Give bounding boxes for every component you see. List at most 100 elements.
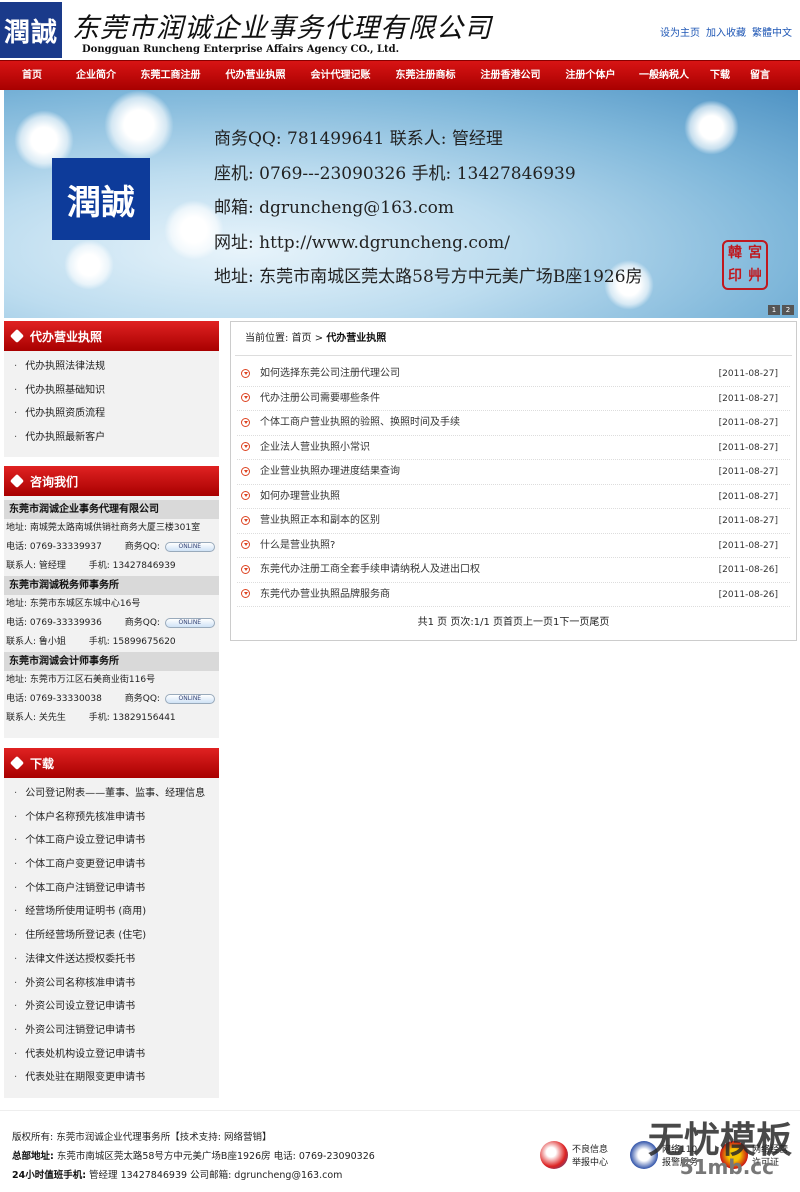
news-title[interactable]: 企业法人营业执照小常识 [260, 442, 370, 453]
news-title[interactable]: 个体工商户营业执照的验照、换照时间及手续 [260, 417, 460, 428]
sidebar-item-basics[interactable]: 代办执照基础知识 [14, 379, 219, 403]
arrow-down-icon [241, 368, 250, 378]
download-item[interactable]: 公司登记附表——董事、监事、经理信息 [14, 782, 219, 806]
sidebar-download-title-text: 下载 [30, 756, 55, 771]
contact-mobile: 手机: 13427846939 [88, 561, 176, 571]
nav-accounting[interactable]: 会计代理记账 [298, 61, 383, 90]
site-footer: 版权所有: 东莞市润诚企业代理事务所【技术支持: 网络营销】 总部地址: 东莞市… [0, 1110, 800, 1192]
download-item[interactable]: 代表处驻在期限变更申请书 [14, 1066, 219, 1090]
news-title[interactable]: 营业执照正本和副本的区别 [260, 515, 380, 526]
news-item[interactable]: 什么是营业执照? [2011-08-27] [237, 534, 790, 558]
download-item[interactable]: 法律文件送达授权委托书 [14, 948, 219, 972]
seal-character: 韓 [728, 244, 742, 261]
news-title[interactable]: 如何办理营业执照 [260, 491, 340, 502]
news-date: [2011-08-27] [718, 418, 778, 428]
download-item[interactable]: 个体工商户设立登记申请书 [14, 829, 219, 853]
download-item[interactable]: 个体工商户注销登记申请书 [14, 877, 219, 901]
nav-home[interactable]: 首页 [0, 61, 64, 90]
news-item[interactable]: 企业法人营业执照小常识 [2011-08-27] [237, 436, 790, 460]
download-item[interactable]: 代表处机构设立登记申请书 [14, 1043, 219, 1067]
sidebar-contact-box: 咨询我们 东莞市润诚企业事务代理有限公司 地址: 南城莞太路南城供销社商务大厦三… [4, 466, 219, 738]
sidebar-item-clients[interactable]: 代办执照最新客户 [14, 426, 219, 450]
contact-qq-label: 商务QQ: [124, 694, 160, 704]
footer-hotline: 管经理 13427846939 公司邮箱: dgruncheng@163.com [86, 1170, 343, 1181]
download-item[interactable]: 个体工商户变更登记申请书 [14, 853, 219, 877]
download-item[interactable]: 外资公司设立登记申请书 [14, 995, 219, 1019]
nav-business-registration[interactable]: 东莞工商注册 [128, 61, 213, 90]
news-item[interactable]: 东莞代办注册工商全套手续申请纳税人及进出口权 [2011-08-26] [237, 558, 790, 583]
contact-address: 地址: 南城莞太路南城供销社商务大厦三楼301室 [6, 523, 201, 533]
seal-character: 印 [728, 267, 742, 284]
news-item[interactable]: 营业执照正本和副本的区别 [2011-08-27] [237, 509, 790, 534]
download-item[interactable]: 个体户名称预先核准申请书 [14, 806, 219, 830]
news-item[interactable]: 代办注册公司需要哪些条件 [2011-08-27] [237, 387, 790, 411]
download-item[interactable]: 外资公司注销登记申请书 [14, 1019, 219, 1043]
seal-stamp: 韓宮印艸 [722, 240, 768, 290]
news-item[interactable]: 企业营业执照办理进度结果查询 [2011-08-27] [237, 460, 790, 485]
nav-taxpayer[interactable]: 一般纳税人 [628, 61, 700, 90]
contact-person-row: 联系人: 关先生 手机: 13829156441 [4, 709, 219, 728]
sidebar-license-title-text: 代办营业执照 [30, 329, 103, 344]
report-center-label: 不良信息 举报中心 [572, 1145, 609, 1168]
news-item[interactable]: 个体工商户营业执照的验照、换照时间及手续 [2011-08-27] [237, 411, 790, 436]
nav-hk-company[interactable]: 注册香港公司 [468, 61, 553, 90]
banner-page-1[interactable]: 1 [768, 305, 780, 315]
banner-page-2[interactable]: 2 [782, 305, 794, 315]
pagination[interactable]: 共1 页 页次:1/1 页首页上一页1下一页尾页 [231, 613, 796, 628]
logo-mark[interactable]: 潤誠 [0, 2, 62, 58]
contact-mobile: 手机: 15899675620 [88, 637, 176, 647]
breadcrumb-prefix: 当前位置: [245, 333, 292, 344]
contact-phone-row: 电话: 0769-33330038 商务QQ: ONLINE [4, 690, 219, 709]
news-title[interactable]: 如何选择东莞公司注册代理公司 [260, 368, 400, 379]
breadcrumb-current: 代办营业执照 [326, 333, 387, 344]
breadcrumb: 当前位置: 首页 > 代办营业执照 [235, 322, 792, 356]
traditional-chinese-link[interactable]: 繁體中文 [752, 24, 792, 39]
add-favorite-link[interactable]: 加入收藏 [706, 24, 746, 39]
qq-online-badge[interactable]: ONLINE [164, 693, 215, 704]
download-item[interactable]: 外资公司名称核准申请书 [14, 972, 219, 996]
news-item[interactable]: 如何选择东莞公司注册代理公司 [2011-08-27] [237, 362, 790, 387]
news-item[interactable]: 如何办理营业执照 [2011-08-27] [237, 485, 790, 509]
news-list: 如何选择东莞公司注册代理公司 [2011-08-27] 代办注册公司需要哪些条件 [… [231, 362, 796, 607]
watermark-url: 51mb.cc [679, 1155, 774, 1179]
download-item[interactable]: 经营场所使用证明书 (商用) [14, 900, 219, 924]
set-homepage-link[interactable]: 设为主页 [660, 24, 700, 39]
contact-block: 东莞市润诚税务师事务所 地址: 东莞市东城区东城中心16号 电话: 0769-3… [4, 576, 219, 652]
sidebar-license-box: 代办营业执照 代办执照法律法规 代办执照基础知识 代办执照资质流程 代办执照最新… [4, 321, 219, 457]
footer-info: 版权所有: 东莞市润诚企业代理事务所【技术支持: 网络营销】 总部地址: 东莞市… [12, 1129, 375, 1186]
sidebar-item-law[interactable]: 代办执照法律法规 [14, 355, 219, 379]
nav-business-license[interactable]: 代办营业执照 [213, 61, 298, 90]
footer-address-label: 总部地址: [12, 1151, 54, 1162]
news-title[interactable]: 东莞代办注册工商全套手续申请纳税人及进出口权 [260, 564, 480, 575]
report-center-badge[interactable]: 不良信息 举报中心 [540, 1141, 616, 1169]
contact-block: 东莞市润诚会计师事务所 地址: 东莞市万江区石美商业街116号 电话: 0769… [4, 652, 219, 728]
company-name-en: Dongguan Runcheng Enterprise Affairs Age… [82, 44, 400, 55]
news-date: [2011-08-26] [718, 565, 778, 575]
download-item[interactable]: 住所经营场所登记表 (住宅) [14, 924, 219, 948]
qq-online-badge[interactable]: ONLINE [164, 541, 215, 552]
main-nav: 首页 企业简介 东莞工商注册 代办营业执照 会计代理记账 东莞注册商标 注册香港… [0, 60, 800, 90]
contact-person: 联系人: 鲁小姐 [6, 637, 66, 647]
sidebar-license-list: 代办执照法律法规 代办执照基础知识 代办执照资质流程 代办执照最新客户 [4, 355, 219, 450]
breadcrumb-home[interactable]: 首页 [292, 333, 312, 344]
arrow-down-icon [241, 540, 250, 549]
nav-trademark[interactable]: 东莞注册商标 [383, 61, 468, 90]
news-title[interactable]: 东莞代办营业执照品牌服务商 [260, 589, 390, 600]
news-title[interactable]: 什么是营业执照? [260, 540, 335, 551]
contact-mobile: 手机: 13829156441 [88, 713, 176, 723]
sidebar-item-process[interactable]: 代办执照资质流程 [14, 402, 219, 426]
news-title[interactable]: 代办注册公司需要哪些条件 [260, 393, 380, 404]
news-date: [2011-08-27] [718, 369, 778, 379]
flower-decoration [104, 90, 174, 160]
nav-sole-proprietor[interactable]: 注册个体户 [553, 61, 628, 90]
hero-banner: 潤誠 商务QQ: 781499641 联系人: 管经理 座机: 0769---2… [4, 90, 798, 318]
qq-online-badge[interactable]: ONLINE [164, 617, 215, 628]
nav-about[interactable]: 企业简介 [64, 61, 128, 90]
footer-hotline-label: 24小时值班手机: [12, 1170, 87, 1181]
news-title[interactable]: 企业营业执照办理进度结果查询 [260, 466, 400, 477]
news-item[interactable]: 东莞代办营业执照品牌服务商 [2011-08-26] [237, 583, 790, 607]
contact-phone-row: 电话: 0769-33339937 商务QQ: ONLINE [4, 538, 219, 557]
contact-phone-row: 电话: 0769-33339936 商务QQ: ONLINE [4, 614, 219, 633]
nav-download[interactable]: 下载 [700, 61, 740, 90]
nav-message[interactable]: 留言 [740, 61, 780, 90]
